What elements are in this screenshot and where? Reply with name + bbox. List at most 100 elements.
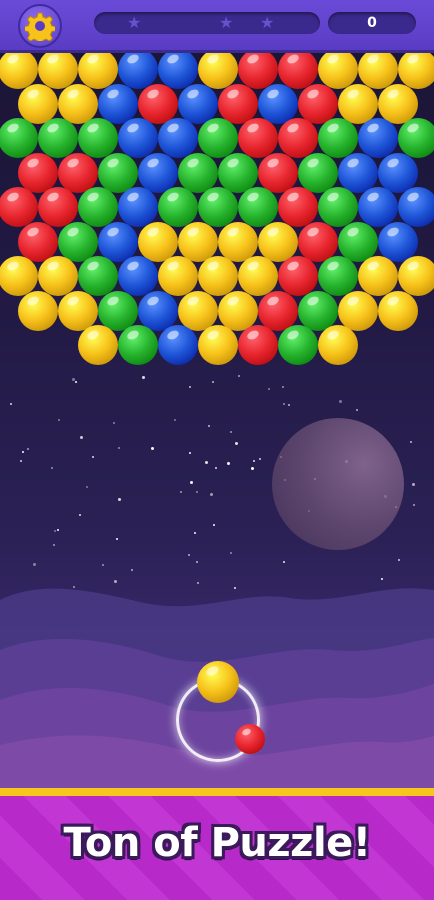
bubble — [278, 256, 318, 296]
sky-star — [413, 504, 415, 506]
bubble — [38, 256, 78, 296]
star-icon: ★ — [260, 13, 275, 32]
bubble — [358, 256, 398, 296]
bubble — [238, 256, 278, 296]
current-bubble[interactable] — [197, 661, 239, 703]
sky-star — [410, 441, 412, 443]
bubble — [398, 187, 434, 227]
sky-star — [113, 422, 115, 424]
sky-star — [268, 388, 270, 390]
bubble — [98, 152, 138, 193]
sky-star — [259, 458, 261, 460]
bubble — [118, 256, 158, 296]
sky-star — [196, 491, 198, 493]
sky-star — [194, 532, 196, 534]
bubble — [18, 290, 58, 331]
bubble — [58, 83, 98, 124]
bubble — [378, 83, 418, 124]
bubble — [158, 49, 198, 89]
sky-star — [10, 403, 12, 405]
bubble — [378, 290, 418, 331]
score-display: 0 — [328, 12, 416, 34]
bubble — [38, 187, 78, 227]
gear-icon — [25, 12, 55, 41]
sky-star — [58, 419, 60, 421]
bubble — [118, 325, 158, 365]
bubble — [118, 49, 158, 89]
bubble — [318, 256, 358, 296]
bubble — [278, 187, 318, 227]
sky-star — [86, 486, 88, 488]
bubble — [198, 256, 238, 296]
bubble — [18, 221, 58, 262]
sky-star — [57, 529, 59, 531]
sky-star — [235, 442, 238, 445]
sky-star — [412, 483, 415, 486]
sky-star — [142, 376, 145, 379]
bubble — [278, 118, 318, 158]
sky-star — [238, 375, 240, 377]
bubble — [338, 83, 378, 124]
sky-star — [53, 544, 55, 546]
sky-star — [190, 481, 193, 484]
bubble — [58, 152, 98, 193]
sky-star — [80, 436, 83, 439]
bubble — [178, 83, 218, 124]
bubble — [238, 118, 278, 158]
bubble — [18, 83, 58, 124]
bubble — [338, 221, 378, 262]
sky-star — [230, 552, 232, 554]
bubble — [218, 290, 258, 331]
level-progress-bar: ★ ★ ★ — [94, 12, 320, 34]
bubble — [218, 152, 258, 193]
bubble — [238, 325, 278, 365]
bubble — [238, 49, 278, 89]
bubble — [178, 221, 218, 262]
bubble — [398, 256, 434, 296]
bubble — [198, 325, 238, 365]
game-stage[interactable]: ★ ★ ★ 0 Ton of Puzzle! — [0, 0, 434, 900]
sky-star — [339, 400, 342, 403]
bubble — [178, 290, 218, 331]
bubble — [58, 221, 98, 262]
star-icon: ★ — [219, 13, 234, 32]
sky-star — [253, 460, 255, 462]
bubble — [238, 187, 278, 227]
bubble — [0, 187, 38, 227]
sky-star — [288, 404, 290, 406]
settings-button[interactable] — [18, 4, 62, 48]
bubble — [398, 49, 434, 89]
bubble — [58, 290, 98, 331]
bubble — [78, 118, 118, 158]
star-icon: ★ — [127, 13, 142, 32]
sky-star — [208, 425, 210, 427]
bubble — [218, 221, 258, 262]
bubble — [98, 290, 138, 331]
bubble — [218, 83, 258, 124]
sky-star — [20, 460, 22, 462]
bubble — [78, 187, 118, 227]
sky-star — [27, 448, 29, 450]
bubble — [198, 187, 238, 227]
sky-star — [92, 456, 94, 458]
next-bubble[interactable] — [235, 724, 265, 754]
sky-star — [230, 431, 232, 433]
sky-star — [79, 514, 81, 516]
bubble — [318, 325, 358, 365]
bubble — [378, 221, 418, 262]
sky-star — [356, 409, 358, 411]
sky-star — [51, 467, 53, 469]
sky-star — [54, 530, 56, 532]
bubble — [318, 49, 358, 89]
bubble — [298, 152, 338, 193]
moon — [272, 418, 404, 550]
bubble — [198, 118, 238, 158]
bubble — [0, 256, 38, 296]
bubble — [118, 187, 158, 227]
bubble — [278, 49, 318, 89]
bubble — [18, 152, 58, 193]
bubble — [38, 118, 78, 158]
sky-star — [213, 524, 215, 526]
bubble — [318, 118, 358, 158]
bubble — [138, 152, 178, 193]
